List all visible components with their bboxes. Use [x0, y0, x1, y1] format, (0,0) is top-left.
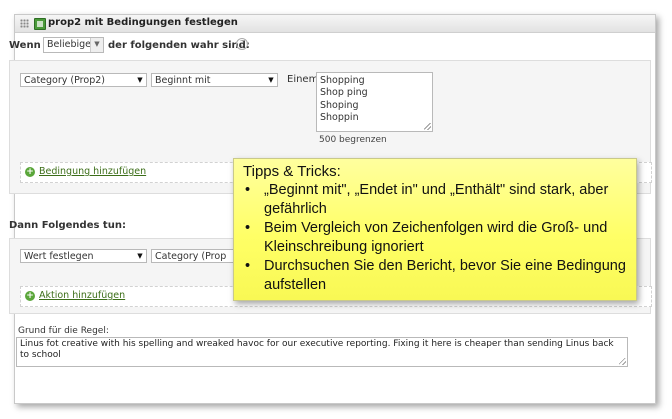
actions-heading: Dann Folgendes tun: [9, 220, 126, 231]
window-title: prop2 mit Bedingungen festlegen [48, 17, 238, 28]
match-mode-select[interactable]: Beliebige ▼ [43, 37, 104, 53]
chevron-down-icon: ▼ [137, 252, 143, 260]
chevron-down-icon: ▼ [90, 38, 103, 52]
tips-list: „Beginnt mit", „Endet in" und „Enthält" … [234, 181, 636, 295]
value-label: Einem [287, 74, 319, 85]
value-line: Shoping [320, 99, 359, 111]
reason-textarea[interactable]: Linus fot creative with his spelling and… [16, 337, 628, 367]
condition-operator-select[interactable]: Beginnt mit ▼ [151, 73, 278, 87]
reason-label: Grund für die Regel: [18, 326, 109, 336]
plus-circle-icon[interactable]: + [25, 291, 35, 301]
match-mode-value: Beliebige [47, 39, 92, 50]
plus-circle-icon[interactable]: + [25, 167, 35, 177]
tips-callout: Tipps & Tricks: „Beginnt mit", „Endet in… [233, 158, 637, 301]
resize-handle-icon[interactable] [619, 358, 626, 365]
condition-field-value: Category (Prop2) [24, 75, 105, 86]
tips-title: Tipps & Tricks: [243, 163, 341, 180]
tip-item: Beim Vergleich von Zeichenfolgen wird di… [245, 219, 626, 257]
condition-values-textarea[interactable]: Shopping Shop ping Shoping Shoppin [316, 72, 433, 132]
rule-icon [34, 18, 46, 30]
condition-field-select[interactable]: Category (Prop2) ▼ [20, 73, 147, 87]
chevron-down-icon: ▼ [137, 76, 143, 84]
condition-tail-label: der folgenden wahr sind: [108, 40, 250, 51]
tip-item: „Beginnt mit", „Endet in" und „Enthält" … [245, 181, 626, 219]
value-line: Shop ping [320, 87, 368, 99]
resize-handle-icon[interactable] [424, 123, 431, 130]
action-type-select[interactable]: Wert festlegen ▼ [20, 249, 147, 263]
condition-operator-value: Beginnt mit [155, 75, 211, 86]
wenn-label: Wenn [9, 40, 41, 51]
title-bar: prop2 mit Bedingungen festlegen [15, 15, 655, 33]
action-field-value: Category (Prop [155, 251, 227, 262]
chevron-down-icon: ▼ [268, 76, 274, 84]
reason-text: Linus fot creative with his spelling and… [20, 339, 614, 360]
drag-grip-icon[interactable] [20, 19, 29, 28]
add-action-link[interactable]: Aktion hinzufügen [39, 290, 125, 301]
value-line: Shopping [320, 75, 365, 86]
tip-item: Durchsuchen Sie den Bericht, bevor Sie e… [245, 257, 626, 295]
limit-text: 500 begrenzen [319, 135, 387, 145]
value-line: Shoppin [320, 112, 359, 124]
add-condition-link[interactable]: Bedingung hinzufügen [39, 166, 146, 177]
action-type-value: Wert festlegen [24, 251, 94, 262]
help-icon[interactable]: ? [236, 38, 248, 50]
